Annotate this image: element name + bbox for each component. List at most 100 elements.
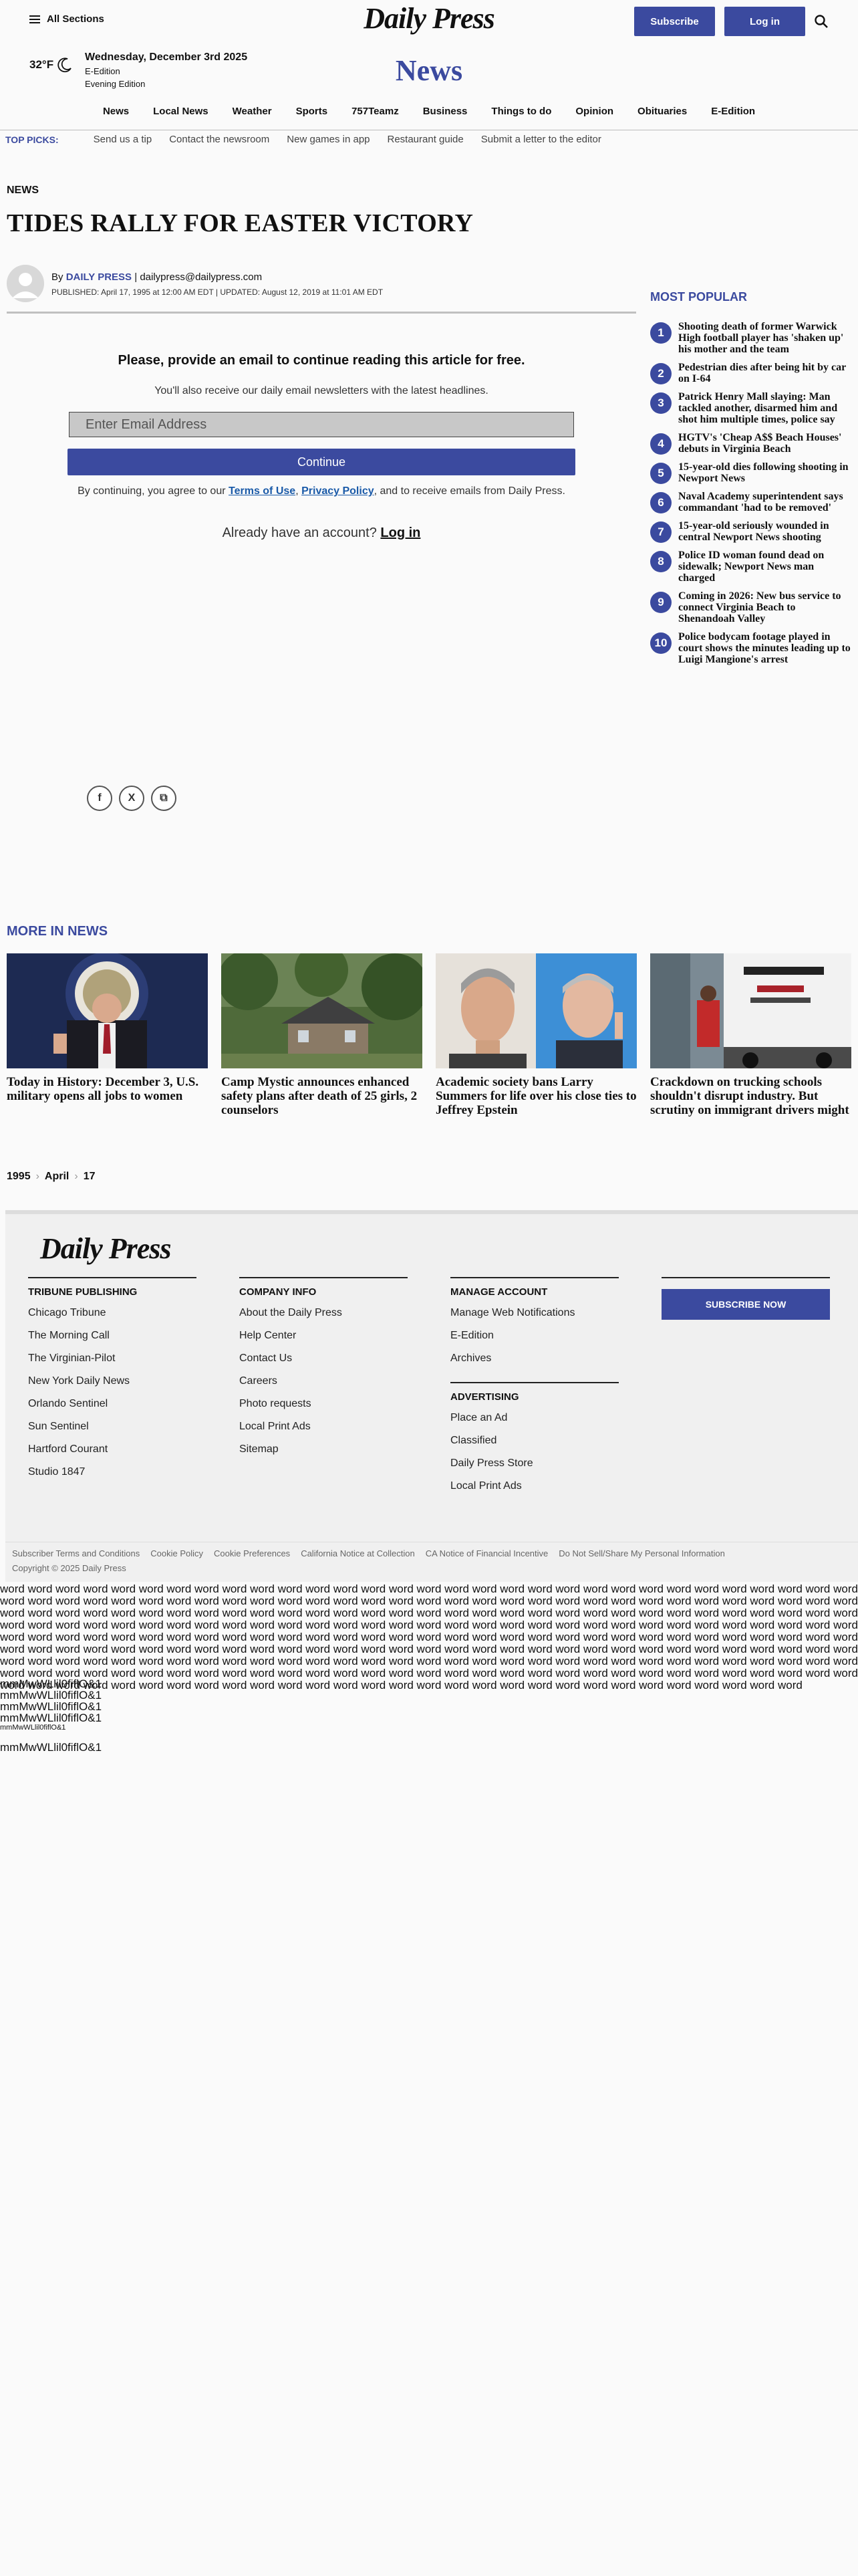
nav-opinion[interactable]: Opinion <box>575 106 613 117</box>
footer-link[interactable]: Archives <box>450 1353 619 1365</box>
privacy-policy-link[interactable]: Privacy Policy <box>301 485 374 497</box>
legal-link[interactable]: CA Notice of Financial Incentive <box>426 1548 549 1558</box>
popular-headline[interactable]: 15-year-old dies following shooting in N… <box>678 461 853 484</box>
nav-local-news[interactable]: Local News <box>153 106 208 117</box>
card-headline[interactable]: Academic society bans Larry Summers for … <box>436 1075 637 1117</box>
footer-link[interactable]: The Morning Call <box>28 1330 196 1342</box>
list-item[interactable]: 3 Patrick Henry Mall slaying: Man tackled… <box>650 391 853 425</box>
footer-heading: MANAGE ACCOUNT <box>450 1286 548 1298</box>
email-field[interactable] <box>69 412 574 437</box>
footer-link[interactable]: Studio 1847 <box>28 1466 196 1478</box>
news-card[interactable]: Crackdown on trucking schools shouldn't … <box>650 953 851 1117</box>
list-item[interactable]: 2 Pedestrian dies after being hit by car … <box>650 362 853 384</box>
footer-link[interactable]: Chicago Tribune <box>28 1307 196 1319</box>
nav-obituaries[interactable]: Obituaries <box>637 106 687 117</box>
nav-business[interactable]: Business <box>423 106 468 117</box>
card-image-summers-epstein[interactable] <box>436 953 637 1068</box>
popular-headline[interactable]: Coming in 2026: New bus service to conne… <box>678 590 853 624</box>
legal-link[interactable]: Do Not Sell/Share My Personal Informatio… <box>559 1548 725 1558</box>
news-card[interactable]: Camp Mystic announces enhanced safety pl… <box>221 953 422 1117</box>
nav-weather[interactable]: Weather <box>233 106 272 117</box>
popular-headline[interactable]: Shooting death of former Warwick High fo… <box>678 321 853 355</box>
popular-headline[interactable]: 15-year-old seriously wounded in central… <box>678 520 853 543</box>
top-pick-send-tip[interactable]: Send us a tip <box>94 134 152 145</box>
legal-link[interactable]: California Notice at Collection <box>301 1548 415 1558</box>
footer-link[interactable]: Sun Sentinel <box>28 1421 196 1433</box>
footer-link[interactable]: About the Daily Press <box>239 1307 408 1319</box>
popular-headline[interactable]: Police ID woman found dead on sidewalk; … <box>678 550 853 584</box>
top-pick-contact-newsroom[interactable]: Contact the newsroom <box>169 134 269 145</box>
footer-link[interactable]: Local Print Ads <box>450 1480 619 1492</box>
x-share-button[interactable]: X <box>119 786 144 811</box>
breadcrumb-day[interactable]: 17 <box>84 1171 96 1183</box>
popular-headline[interactable]: Naval Academy superintendent says comman… <box>678 491 853 513</box>
author-email[interactable]: dailypress@dailypress.com <box>140 271 262 283</box>
article-kicker[interactable]: NEWS <box>7 185 39 197</box>
font-test-line: mmMwWLlil0fiflO&1 <box>0 1700 102 1713</box>
footer-link[interactable]: Manage Web Notifications <box>450 1307 619 1319</box>
footer-link[interactable]: Contact Us <box>239 1353 408 1365</box>
facebook-share-button[interactable]: f <box>87 786 112 811</box>
nav-757teamz[interactable]: 757Teamz <box>351 106 399 117</box>
footer-link[interactable]: Help Center <box>239 1330 408 1342</box>
subscribe-button[interactable]: Subscribe <box>634 7 715 36</box>
main-nav: News Local News Weather Sports 757Teamz … <box>0 106 858 117</box>
nav-things-to-do[interactable]: Things to do <box>491 106 551 117</box>
legal-link[interactable]: Cookie Policy <box>150 1548 203 1558</box>
gate-login-link[interactable]: Log in <box>380 525 420 540</box>
top-pick-restaurant-guide[interactable]: Restaurant guide <box>388 134 464 145</box>
search-icon[interactable] <box>813 13 829 29</box>
footer-logo[interactable]: Daily Press <box>40 1232 172 1266</box>
nav-e-edition[interactable]: E-Edition <box>711 106 755 117</box>
list-item[interactable]: 7 15-year-old seriously wounded in centra… <box>650 520 853 543</box>
terms-of-use-link[interactable]: Terms of Use <box>229 485 295 497</box>
card-image-pentagon[interactable] <box>7 953 208 1068</box>
breadcrumb-month[interactable]: April <box>45 1171 69 1183</box>
copy-link-button[interactable]: ⧉ <box>151 786 176 811</box>
list-item[interactable]: 6 Naval Academy superintendent says comma… <box>650 491 853 513</box>
footer-link[interactable]: New York Daily News <box>28 1375 196 1387</box>
breadcrumb-year[interactable]: 1995 <box>7 1171 31 1183</box>
card-image-camp[interactable] <box>221 953 422 1068</box>
rank-badge: 9 <box>650 592 672 613</box>
news-card[interactable]: Academic society bans Larry Summers for … <box>436 953 637 1117</box>
top-pick-new-games[interactable]: New games in app <box>287 134 370 145</box>
nav-news[interactable]: News <box>103 106 129 117</box>
footer-link[interactable]: Hartford Courant <box>28 1443 196 1455</box>
list-item[interactable]: 8 Police ID woman found dead on sidewalk;… <box>650 550 853 584</box>
footer-link[interactable]: Orlando Sentinel <box>28 1398 196 1410</box>
footer-link[interactable]: Photo requests <box>239 1398 408 1410</box>
footer-link[interactable]: Daily Press Store <box>450 1457 619 1470</box>
footer-link[interactable]: Classified <box>450 1435 619 1447</box>
footer-link[interactable]: Local Print Ads <box>239 1421 408 1433</box>
footer-link[interactable]: E-Edition <box>450 1330 619 1342</box>
top-pick-submit-letter[interactable]: Submit a letter to the editor <box>481 134 601 145</box>
popular-headline[interactable]: Pedestrian dies after being hit by car o… <box>678 362 853 384</box>
continue-button[interactable]: Continue <box>67 449 575 475</box>
footer-link[interactable]: The Virginian-Pilot <box>28 1353 196 1365</box>
footer-link[interactable]: Place an Ad <box>450 1412 619 1424</box>
list-item[interactable]: 5 15-year-old dies following shooting in … <box>650 461 853 484</box>
card-headline[interactable]: Crackdown on trucking schools shouldn't … <box>650 1075 851 1117</box>
nav-sports[interactable]: Sports <box>296 106 328 117</box>
footer-subscribe-button[interactable]: SUBSCRIBE NOW <box>662 1289 830 1320</box>
news-card[interactable]: Today in History: December 3, U.S. milit… <box>7 953 208 1117</box>
card-headline[interactable]: Today in History: December 3, U.S. milit… <box>7 1075 208 1103</box>
legal-link[interactable]: Subscriber Terms and Conditions <box>12 1548 140 1558</box>
legal-link[interactable]: Cookie Preferences <box>214 1548 290 1558</box>
card-headline[interactable]: Camp Mystic announces enhanced safety pl… <box>221 1075 422 1117</box>
card-image-truck-school[interactable] <box>650 953 851 1068</box>
login-button[interactable]: Log in <box>724 7 805 36</box>
footer-link[interactable]: Sitemap <box>239 1443 408 1455</box>
footer-link[interactable]: Careers <box>239 1375 408 1387</box>
list-item[interactable]: 4 HGTV's 'Cheap A$$ Beach Houses' debuts … <box>650 432 853 455</box>
list-item[interactable]: 10 Police bodycam footage played in court… <box>650 631 853 665</box>
footer-heading: TRIBUNE PUBLISHING <box>28 1286 138 1298</box>
filler-text: word word word word word word word word … <box>0 1583 858 1691</box>
popular-headline[interactable]: HGTV's 'Cheap A$$ Beach Houses' debuts i… <box>678 432 853 455</box>
list-item[interactable]: 9 Coming in 2026: New bus service to conn… <box>650 590 853 624</box>
popular-headline[interactable]: Patrick Henry Mall slaying: Man tackled … <box>678 391 853 425</box>
author-link[interactable]: DAILY PRESS <box>66 271 132 283</box>
popular-headline[interactable]: Police bodycam footage played in court s… <box>678 631 853 665</box>
list-item[interactable]: 1 Shooting death of former Warwick High f… <box>650 321 853 355</box>
